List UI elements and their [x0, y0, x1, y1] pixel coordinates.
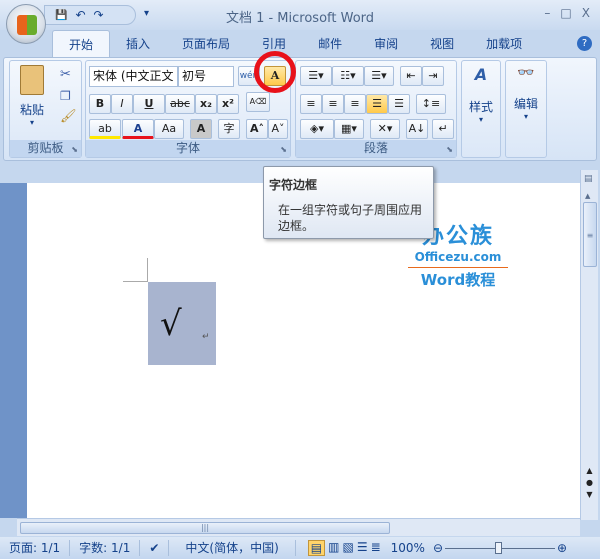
borders-button[interactable]: ▦▾	[334, 119, 364, 139]
cut-icon[interactable]: ✂	[60, 67, 71, 82]
print-layout-icon[interactable]: ▤	[307, 540, 326, 556]
office-button[interactable]	[6, 4, 46, 44]
close-button[interactable]: X	[582, 6, 590, 20]
bold-button[interactable]: B	[89, 94, 111, 114]
sort-button[interactable]: A↓	[406, 119, 428, 139]
paragraph-group: ☰▾ ☷▾ ☰▾ ⇤ ⇥ ≡ ≡ ≡ ☰ ☰ ↕≡ ◈▾ ▦▾ ✕▾ A↓ ↵ …	[295, 60, 457, 158]
find-binoculars-icon: 👓	[517, 65, 535, 81]
paste-button[interactable]: 粘贴 ▾	[14, 65, 50, 127]
bullets-button[interactable]: ☰▾	[300, 66, 332, 86]
view-ruler-icon[interactable]: ▤	[584, 174, 593, 184]
font-size-combo[interactable]: 初号	[178, 66, 234, 87]
dialog-launcher-icon[interactable]: ⬊	[280, 145, 287, 154]
horizontal-scrollbar[interactable]: |||	[17, 518, 580, 536]
font-label: 字体	[86, 140, 290, 157]
tab-view[interactable]: 视图	[414, 30, 470, 57]
chinese-layout-button[interactable]: ✕▾	[370, 119, 400, 139]
zoom-in-icon[interactable]: ⊕	[557, 541, 567, 555]
proofing-icon[interactable]: ✔	[140, 540, 170, 556]
vertical-scrollbar[interactable]: ▤ ▲ ≡ ▲ ● ▼	[580, 170, 598, 520]
align-left-button[interactable]: ≡	[300, 94, 322, 114]
tab-page-layout[interactable]: 页面布局	[166, 30, 246, 57]
tab-addins[interactable]: 加载项	[470, 30, 538, 57]
character-shading-button[interactable]: A	[190, 119, 212, 139]
checkmark-character: √	[160, 304, 182, 344]
numbering-button[interactable]: ☷▾	[332, 66, 364, 86]
underline-button[interactable]: U	[133, 94, 165, 114]
highlight-button[interactable]: ab	[89, 119, 121, 139]
dialog-launcher-icon[interactable]: ⬊	[71, 145, 78, 154]
subscript-button[interactable]: x₂	[195, 94, 217, 114]
shrink-font-button[interactable]: A˅	[268, 119, 288, 139]
decrease-indent-button[interactable]: ⇤	[400, 66, 422, 86]
scroll-up-icon[interactable]: ▲	[585, 192, 590, 200]
strikethrough-button[interactable]: abc	[165, 94, 195, 114]
styles-icon: A	[474, 65, 488, 84]
page-count[interactable]: 页面: 1/1	[0, 540, 71, 556]
scroll-thumb[interactable]: ≡	[583, 202, 597, 267]
tab-mailings[interactable]: 邮件	[302, 30, 358, 57]
tooltip-title: 字符边框	[269, 178, 318, 192]
align-right-button[interactable]: ≡	[344, 94, 366, 114]
paragraph-label: 段落	[296, 140, 456, 157]
language[interactable]: 中文(简体，中国)	[169, 540, 296, 556]
line-spacing-button[interactable]: ↕≡	[416, 94, 446, 114]
bordered-character[interactable]: √ ↵	[148, 282, 216, 365]
help-icon[interactable]: ?	[577, 36, 592, 51]
zoom-slider[interactable]	[445, 541, 556, 554]
tab-insert[interactable]: 插入	[110, 30, 166, 57]
multilevel-list-button[interactable]: ☰▾	[364, 66, 394, 86]
grow-font-button[interactable]: A˄	[246, 119, 268, 139]
window-title: 文档 1 - Microsoft Word	[225, 11, 375, 26]
font-color-button[interactable]: A	[122, 119, 154, 139]
ribbon: 粘贴 ▾ ✂ ❐ 🖌 剪贴板 ⬊ 宋体 (中文正文 初号 wén A B I U…	[3, 57, 597, 161]
outline-icon[interactable]: ☰	[357, 540, 368, 556]
justify-button[interactable]: ☰	[366, 94, 388, 114]
editing-group[interactable]: 👓 编辑 ▾	[505, 60, 547, 158]
zoom-level[interactable]: 100%	[391, 541, 425, 555]
clipboard-group: 粘贴 ▾ ✂ ❐ 🖌 剪贴板 ⬊	[9, 60, 82, 158]
office-logo-icon	[17, 15, 37, 35]
clear-formatting-icon[interactable]: A⌫	[246, 92, 270, 112]
web-layout-icon[interactable]: ▧	[342, 540, 353, 556]
word-count[interactable]: 字数: 1/1	[70, 540, 141, 556]
show-marks-button[interactable]: ↵	[432, 119, 454, 139]
draft-icon[interactable]: ≣	[371, 540, 381, 556]
full-screen-reading-icon[interactable]: ▥	[328, 540, 339, 556]
distributed-button[interactable]: ☰	[388, 94, 410, 114]
zoom-out-icon[interactable]: ⊖	[433, 541, 443, 555]
status-bar: 页面: 1/1 字数: 1/1 ✔ 中文(简体，中国) ▤ ▥ ▧ ☰ ≣ 10…	[0, 537, 600, 559]
dialog-launcher-icon[interactable]: ⬊	[446, 145, 453, 154]
browse-buttons[interactable]: ▲ ● ▼	[586, 465, 593, 501]
align-center-button[interactable]: ≡	[322, 94, 344, 114]
editing-label: 编辑	[513, 97, 538, 111]
highlight-circle-annotation	[254, 51, 296, 93]
format-painter-icon[interactable]: 🖌	[60, 109, 77, 124]
margin-corner-mark	[123, 258, 148, 282]
superscript-button[interactable]: x²	[217, 94, 239, 114]
styles-label: 样式	[468, 100, 493, 114]
enclose-characters-button[interactable]: 字	[218, 119, 240, 139]
paragraph-mark: ↵	[202, 332, 210, 342]
italic-button[interactable]: I	[111, 94, 133, 114]
left-margin-area	[0, 183, 27, 518]
copy-icon[interactable]: ❐	[60, 89, 71, 103]
tab-review[interactable]: 审阅	[358, 30, 414, 57]
clipboard-icon	[20, 65, 44, 95]
change-case-button[interactable]: Aa	[154, 119, 184, 139]
styles-group[interactable]: A 样式 ▾	[461, 60, 501, 158]
font-name-combo[interactable]: 宋体 (中文正文	[89, 66, 178, 87]
view-buttons: ▤ ▥ ▧ ☰ ≣	[307, 540, 381, 556]
shading-button[interactable]: ◈▾	[300, 119, 334, 139]
tooltip: 字符边框 在一组字符或句子周围应用边框。	[263, 166, 434, 239]
increase-indent-button[interactable]: ⇥	[422, 66, 444, 86]
tooltip-body: 在一组字符或句子周围应用边框。	[278, 203, 423, 233]
minimize-button[interactable]: –	[544, 6, 550, 20]
tab-home[interactable]: 开始	[52, 30, 111, 57]
horizontal-scroll-thumb[interactable]: |||	[20, 522, 390, 534]
maximize-button[interactable]: □	[560, 6, 571, 20]
ribbon-tabs: 开始 插入 页面布局 引用 邮件 审阅 视图 加载项	[0, 30, 600, 57]
